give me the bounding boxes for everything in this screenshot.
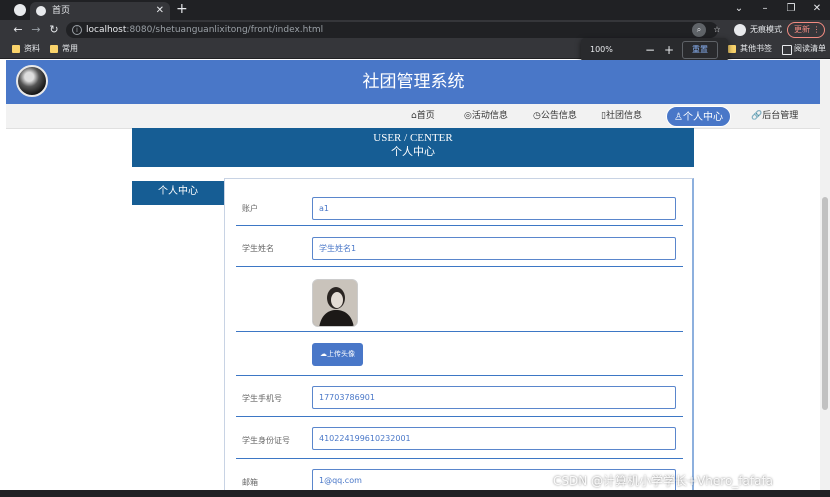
other-bookmarks[interactable]: 其他书签 bbox=[728, 43, 772, 55]
update-button[interactable]: 更新 ⋮ bbox=[787, 22, 825, 38]
form-row-id-card: 学生身份证号 410224199610232001 bbox=[236, 418, 683, 459]
site-header: 社团管理系统 bbox=[6, 60, 821, 104]
nav-notices-label: 公告信息 bbox=[540, 111, 577, 121]
close-window-icon[interactable]: ✕ bbox=[804, 0, 830, 20]
taskbar-strip bbox=[0, 490, 830, 497]
url-host: localhost bbox=[86, 25, 127, 35]
update-label: 更新 bbox=[794, 25, 810, 34]
address-bar[interactable]: i localhost:8080/shetuanguanlixitong/fro… bbox=[66, 22, 721, 38]
zoom-level: 100% bbox=[590, 45, 613, 54]
nav-admin[interactable]: 🔗后台管理 bbox=[751, 109, 798, 123]
activity-icon: ◎ bbox=[464, 111, 472, 121]
minimize-icon[interactable]: – bbox=[752, 0, 778, 20]
incognito-indicator[interactable]: 无痕模式 bbox=[734, 23, 782, 37]
reading-list[interactable]: 阅读清单 bbox=[782, 43, 826, 55]
bookmark-folder-ziliao[interactable]: 资料 bbox=[12, 43, 40, 55]
csdn-watermark: CSDN @计算机小学学长+Vhero_fafafa bbox=[553, 474, 774, 488]
zoom-reset-button[interactable]: 重置 bbox=[682, 41, 718, 59]
browser-tab[interactable]: 首页 ✕ bbox=[30, 2, 170, 20]
page-viewport: 社团管理系统 ⌂首页 ◎活动信息 ◷公告信息 ▯社团信息 ♙个人中心 🔗后台管理… bbox=[0, 60, 830, 497]
student-name-field[interactable]: 学生姓名1 bbox=[312, 237, 676, 260]
reload-icon[interactable]: ↻ bbox=[46, 22, 62, 38]
maximize-icon[interactable]: ❐ bbox=[778, 0, 804, 20]
back-icon[interactable]: ← bbox=[10, 22, 26, 38]
site-logo bbox=[16, 65, 48, 97]
banner-title-en: USER / CENTER bbox=[373, 132, 453, 144]
browser-toolbar: ← → ↻ i localhost:8080/shetuanguanlixito… bbox=[0, 20, 830, 40]
clock-icon: ◷ bbox=[533, 111, 541, 121]
nav-home[interactable]: ⌂首页 bbox=[411, 109, 435, 123]
new-tab-icon[interactable]: + bbox=[176, 1, 188, 17]
chrome-icon[interactable] bbox=[14, 4, 26, 16]
form-row-phone: 学生手机号 17703786901 bbox=[236, 377, 683, 417]
phone-field[interactable]: 17703786901 bbox=[312, 386, 676, 409]
globe-icon bbox=[36, 6, 46, 16]
upload-avatar-button[interactable]: ☁上传头像 bbox=[312, 343, 363, 366]
account-label: 账户 bbox=[242, 204, 258, 213]
form-row-avatar bbox=[236, 268, 683, 332]
nav-clubs-label: 社团信息 bbox=[605, 111, 642, 121]
zoom-out-icon[interactable]: − bbox=[645, 38, 655, 62]
form-row-account: 账户 a1 bbox=[236, 187, 683, 226]
url-path: :8080/shetuanguanlixitong/front/index.ht… bbox=[126, 25, 324, 35]
page-scrollbar[interactable] bbox=[820, 60, 830, 497]
banner-title-zh: 个人中心 bbox=[391, 146, 435, 158]
avatar-image bbox=[312, 279, 358, 327]
nav-admin-label: 后台管理 bbox=[762, 111, 799, 121]
student-name-label: 学生姓名 bbox=[242, 244, 274, 253]
nav-home-label: 首页 bbox=[416, 111, 435, 121]
nav-clubs[interactable]: ▯社团信息 bbox=[601, 109, 642, 123]
nav-activities[interactable]: ◎活动信息 bbox=[464, 109, 508, 123]
form-row-upload: ☁上传头像 bbox=[236, 333, 683, 376]
user-icon: ♙ bbox=[674, 112, 683, 123]
nav-user-center-label: 个人中心 bbox=[682, 112, 723, 123]
id-card-field[interactable]: 410224199610232001 bbox=[312, 427, 676, 450]
bookmark-folder-changyong[interactable]: 常用 bbox=[50, 43, 78, 55]
portrait-icon bbox=[313, 280, 357, 326]
account-field[interactable]: a1 bbox=[312, 197, 676, 220]
nav-notices[interactable]: ◷公告信息 bbox=[533, 109, 577, 123]
main-nav: ⌂首页 ◎活动信息 ◷公告信息 ▯社团信息 ♙个人中心 🔗后台管理 bbox=[6, 104, 821, 129]
phone-label: 学生手机号 bbox=[242, 394, 282, 403]
close-tab-icon[interactable]: ✕ bbox=[156, 2, 164, 20]
cloud-upload-icon: ☁ bbox=[320, 350, 327, 358]
nav-activities-label: 活动信息 bbox=[471, 111, 508, 121]
zoom-in-icon[interactable]: + bbox=[664, 38, 674, 62]
browser-titlebar: 首页 ✕ + ⌄ – ❐ ✕ bbox=[0, 0, 830, 20]
id-card-label: 学生身份证号 bbox=[242, 436, 290, 445]
link-icon: 🔗 bbox=[751, 111, 763, 121]
forward-icon[interactable]: → bbox=[28, 22, 44, 38]
form-row-student-name: 学生姓名 学生姓名1 bbox=[236, 227, 683, 267]
upload-avatar-label: 上传头像 bbox=[327, 350, 355, 358]
section-banner: USER / CENTER 个人中心 bbox=[132, 128, 694, 167]
scroll-thumb[interactable] bbox=[822, 197, 828, 410]
bookmark-star-icon[interactable]: ☆ bbox=[710, 23, 724, 37]
email-label: 邮箱 bbox=[242, 478, 258, 487]
info-icon[interactable]: i bbox=[72, 25, 82, 35]
sidebar-item-user-center[interactable]: 个人中心 bbox=[132, 181, 224, 205]
tab-title: 首页 bbox=[52, 6, 71, 16]
zoom-icon[interactable]: ⌕ bbox=[692, 23, 706, 37]
site-title: 社团管理系统 bbox=[362, 72, 465, 92]
tab-search-icon[interactable]: ⌄ bbox=[726, 0, 752, 20]
zoom-popup: 100% − + 重置 bbox=[581, 38, 728, 62]
profile-form: 账户 a1 学生姓名 学生姓名1 ☁上传头像 学生手机号 17703786901 bbox=[224, 178, 694, 497]
nav-user-center[interactable]: ♙个人中心 bbox=[666, 106, 731, 127]
